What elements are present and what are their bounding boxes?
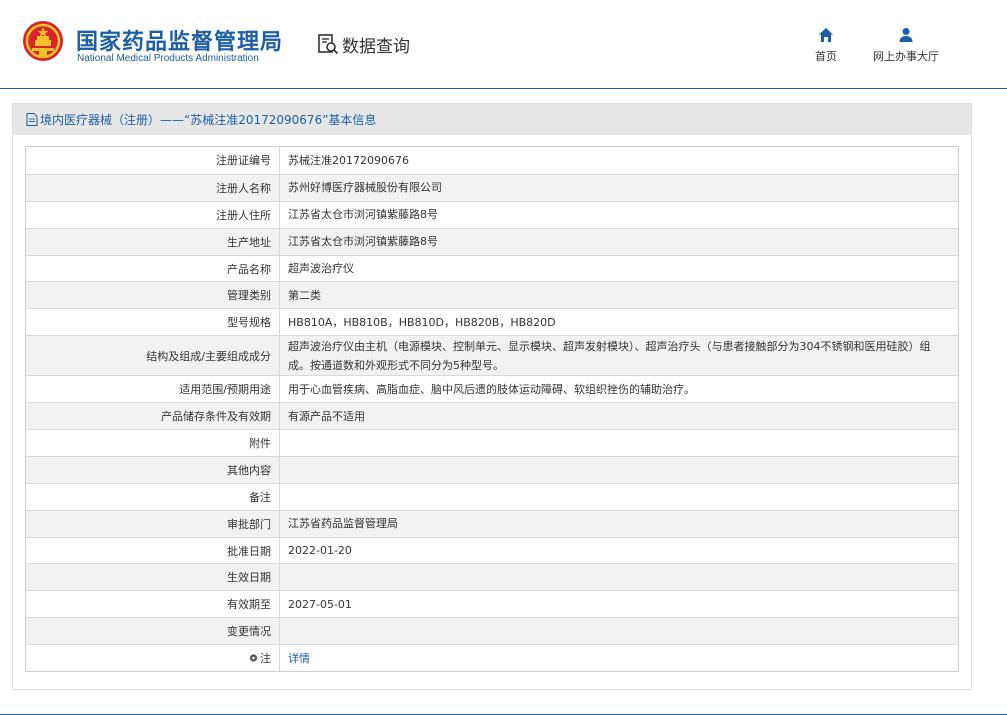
- table-row: 注册人名称 苏州好博医疗器械股份有限公司: [26, 173, 958, 201]
- row-value: 超声波治疗仪由主机（电源模块、控制单元、显示模块、超声发射模块）、超声治疗头（与…: [288, 339, 931, 372]
- row-value: 超声波治疗仪: [288, 262, 354, 275]
- row-label: 注册人住所: [26, 201, 280, 228]
- data-query-link[interactable]: 数据查询: [316, 31, 410, 57]
- row-label: 适用范围/预期用途: [26, 376, 280, 403]
- table-row: 注 详情: [26, 644, 958, 672]
- row-value: 江苏省太仓市浏河镇紫藤路8号: [288, 208, 438, 222]
- national-emblem-icon: [23, 21, 63, 61]
- table-row: 生产地址 江苏省太仓市浏河镇紫藤路8号: [26, 227, 958, 255]
- row-value: 有源产品不适用: [288, 409, 365, 423]
- table-row: 适用范围/预期用途 用于心血管疾病、高脂血症、脑中风后遗的肢体运动障碍、软组织挫…: [26, 375, 958, 403]
- site-logo-subtitle[interactable]: National Medical Products Administration: [77, 53, 259, 64]
- row-label: 审批部门: [26, 510, 280, 537]
- row-label-note: 注: [26, 645, 280, 672]
- site-header: 国家药品监督管理局 National Medical Products Admi…: [0, 0, 1007, 89]
- table-row: 产品储存条件及有效期 有源产品不适用: [26, 402, 958, 430]
- row-value: 江苏省太仓市浏河镇紫藤路8号: [288, 235, 438, 249]
- nav-hall-label: 网上办事大厅: [873, 50, 939, 63]
- table-row: 附件: [26, 429, 958, 456]
- nav-online-service-hall[interactable]: 网上办事大厅: [866, 27, 946, 64]
- location-pin-icon: [249, 653, 258, 662]
- row-label: 注册人名称: [26, 174, 280, 201]
- table-row: 审批部门 江苏省药品监督管理局: [26, 509, 958, 537]
- table-row: 变更情况: [26, 617, 958, 645]
- row-value: [280, 564, 958, 590]
- row-value: 详情: [280, 645, 958, 671]
- row-label: 有效期至: [26, 591, 280, 618]
- data-query-label: 数据查询: [342, 36, 410, 57]
- row-label: 批准日期: [26, 537, 280, 564]
- info-table: 注册证编号 苏械注准20172090676 注册人名称 苏州好博医疗器械股份有限…: [25, 146, 959, 673]
- device-info-panel: 境内医疗器械（注册）——“苏械注准20172090676”基本信息 注册证编号 …: [12, 103, 972, 690]
- table-row: 型号规格 HB810A，HB810B，HB810D，HB820B，HB820D: [26, 308, 958, 336]
- row-label: 产品储存条件及有效期: [26, 403, 280, 430]
- row-value: 江苏省药品监督管理局: [288, 517, 398, 531]
- home-icon: [819, 28, 833, 42]
- note-label: 注: [260, 652, 271, 666]
- row-value: [280, 430, 958, 456]
- nav-home-label: 首页: [815, 50, 837, 63]
- row-label: 产品名称: [26, 255, 280, 282]
- panel-title: 境内医疗器械（注册）——“苏械注准20172090676”基本信息: [40, 113, 377, 127]
- table-row: 其他内容: [26, 455, 958, 483]
- row-label: 其他内容: [26, 456, 280, 483]
- row-value: 苏州好博医疗器械股份有限公司: [288, 181, 442, 195]
- details-link[interactable]: 详情: [288, 649, 310, 668]
- row-value: HB810A，HB810B，HB810D，HB820B，HB820D: [288, 315, 556, 329]
- row-value: [280, 484, 958, 510]
- row-value: 用于心血管疾病、高脂血症、脑中风后遗的肢体运动障碍、软组织挫伤的辅助治疗。: [288, 382, 695, 396]
- row-label: 生效日期: [26, 564, 280, 591]
- nav-home[interactable]: 首页: [786, 27, 866, 64]
- table-row: 产品名称 超声波治疗仪: [26, 254, 958, 282]
- row-value: 2027-05-01: [288, 597, 352, 611]
- table-row: 备注: [26, 482, 958, 510]
- table-row: 注册人住所 江苏省太仓市浏河镇紫藤路8号: [26, 200, 958, 228]
- row-label: 附件: [26, 430, 280, 456]
- site-logo-title[interactable]: 国家药品监督管理局: [76, 24, 283, 56]
- user-icon: [899, 28, 913, 42]
- row-label: 管理类别: [26, 282, 280, 309]
- row-label: 结构及组成/主要组成成分: [26, 336, 280, 376]
- row-label: 变更情况: [26, 618, 280, 645]
- row-value: 第二类: [288, 288, 321, 302]
- row-label: 型号规格: [26, 309, 280, 336]
- document-icon: [26, 113, 38, 126]
- row-label: 生产地址: [26, 228, 280, 255]
- table-row: 注册证编号 苏械注准20172090676: [26, 147, 958, 174]
- row-value: [280, 618, 958, 644]
- row-value: 2022-01-20: [288, 544, 352, 558]
- panel-header: 境内医疗器械（注册）——“苏械注准20172090676”基本信息: [13, 104, 971, 135]
- table-row: 有效期至 2027-05-01: [26, 590, 958, 618]
- table-row: 生效日期: [26, 563, 958, 591]
- table-row: 管理类别 第二类: [26, 281, 958, 309]
- document-search-icon: [318, 34, 339, 55]
- table-row: 批准日期 2022-01-20: [26, 536, 958, 564]
- row-label: 备注: [26, 483, 280, 510]
- row-value: [280, 457, 958, 483]
- table-row: 结构及组成/主要组成成分 超声波治疗仪由主机（电源模块、控制单元、显示模块、超声…: [26, 335, 958, 376]
- row-value: 苏械注准20172090676: [288, 153, 409, 167]
- row-label: 注册证编号: [26, 147, 280, 174]
